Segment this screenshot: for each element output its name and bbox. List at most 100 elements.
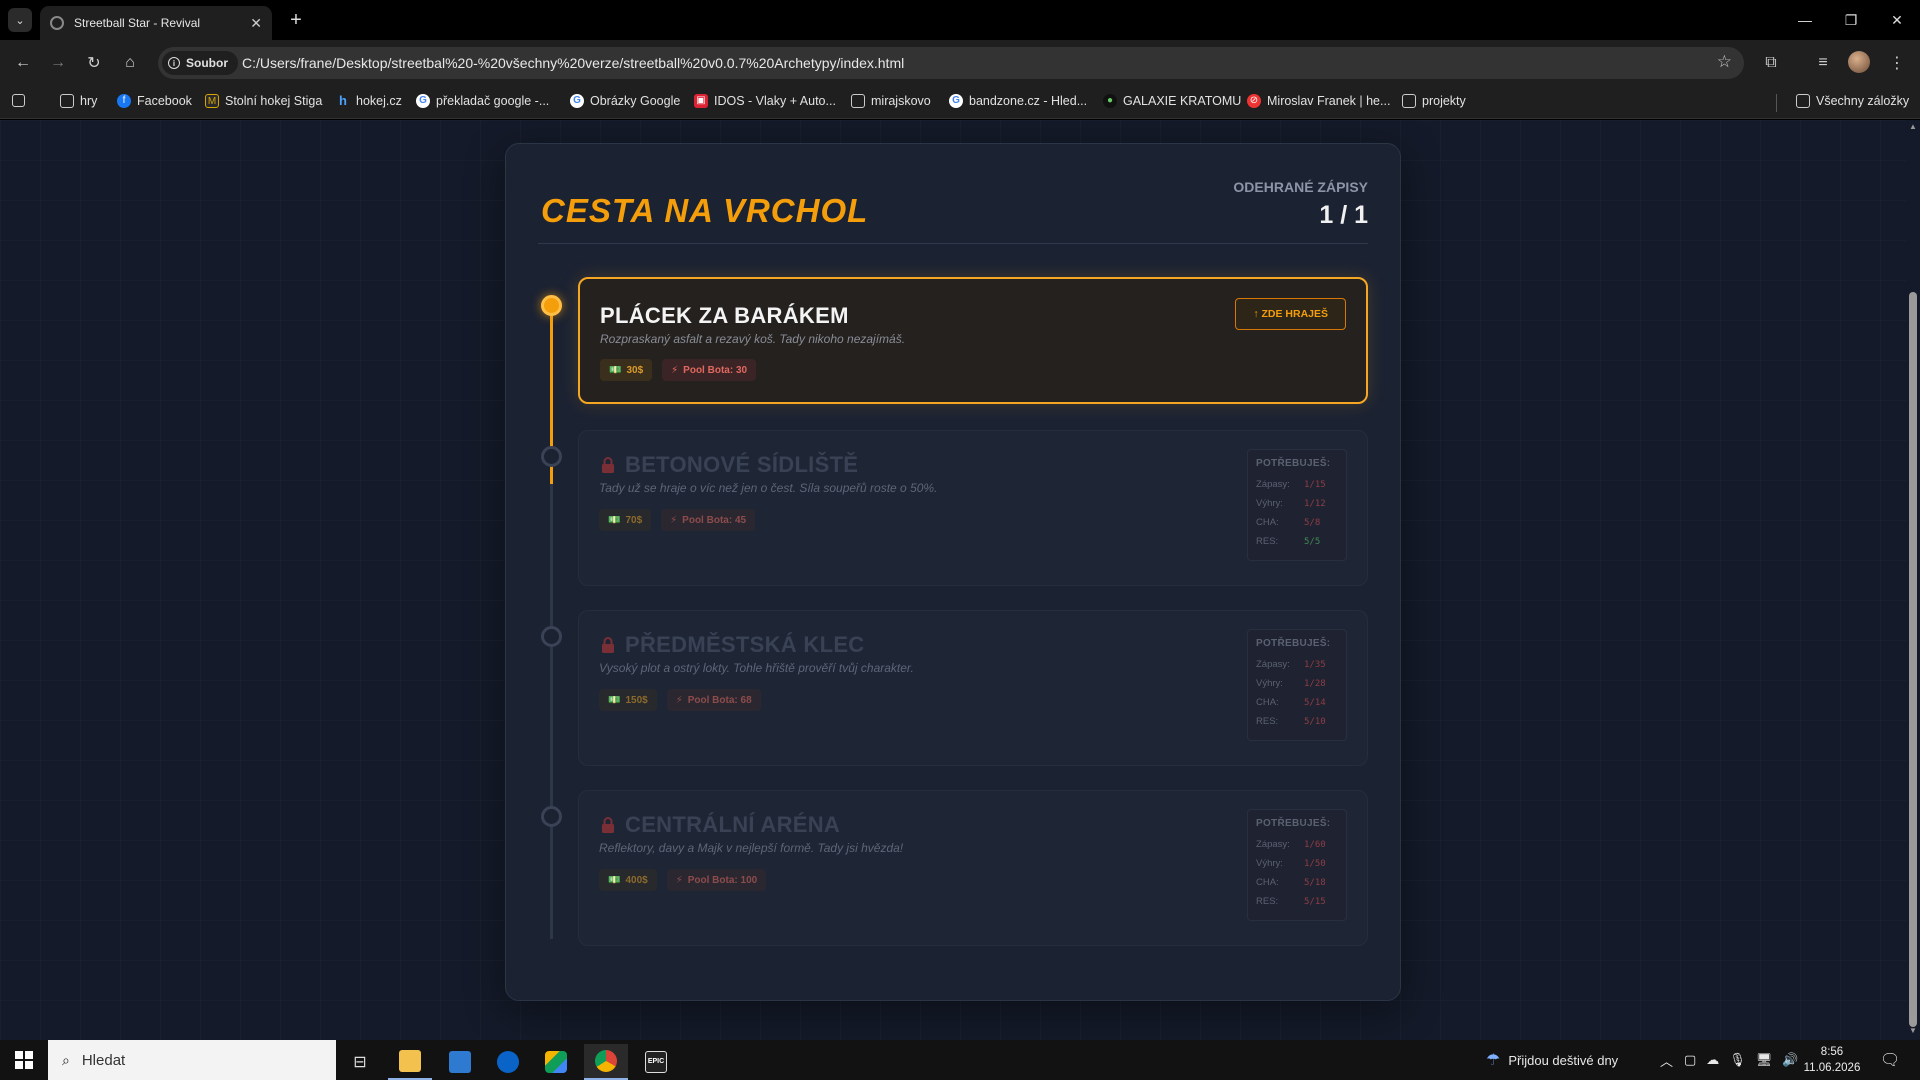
info-icon: i — [168, 57, 180, 69]
tray-icons[interactable]: ▢ ☁ 🎙 🖥 🔊 — [1684, 1040, 1799, 1080]
requirement-key: Výhry: — [1256, 678, 1283, 689]
stage-name: CENTRÁLNÍ ARÉNA — [625, 812, 841, 837]
stage-name: PŘEDMĚSTSKÁ KLEC — [625, 632, 865, 657]
bookmark-folder-mirajskovo[interactable]: mirajskovo — [851, 94, 931, 108]
store-icon — [449, 1051, 471, 1073]
new-tab-button[interactable]: + — [282, 6, 310, 34]
reload-button[interactable]: ↻ — [81, 50, 107, 76]
taskbar-file-explorer[interactable] — [388, 1044, 432, 1080]
requirement-row: CHA: 5/8 — [1256, 513, 1338, 532]
scrollbar-thumb[interactable] — [1909, 292, 1917, 1027]
all-bookmarks-folder[interactable]: Všechny záložky — [1796, 94, 1909, 108]
bookmark-bandzone[interactable]: Gbandzone.cz - Hled... — [949, 94, 1087, 108]
stage-card-klec[interactable]: PŘEDMĚSTSKÁ KLEC Vysoký plot a ostrý lok… — [578, 610, 1368, 766]
taskbar-outlook[interactable] — [486, 1044, 530, 1080]
bookmark-stiga[interactable]: M Stolní hokej Stiga — [205, 94, 322, 108]
requirement-value: 5/14 — [1304, 697, 1326, 708]
bookmark-label: Facebook — [137, 94, 192, 108]
bookmark-idos[interactable]: ▣ IDOS - Vlaky + Auto... — [694, 94, 836, 108]
tray-overflow[interactable]: ︿ — [1660, 1040, 1673, 1080]
google-icon: G — [570, 94, 584, 108]
device-icon: ▢ — [1684, 1052, 1697, 1067]
stage-card-placek[interactable]: PLÁCEK ZA BARÁKEM Rozpraskaný asfalt a r… — [578, 277, 1368, 404]
timeline-line — [550, 304, 553, 939]
galaxie-icon: ● — [1103, 94, 1117, 108]
forward-button[interactable]: → — [45, 50, 71, 76]
stage-card-sidliste[interactable]: BETONOVÉ SÍDLIŠTĚ Tady už se hraje o víc… — [578, 430, 1368, 586]
lightning-icon: ⚡ — [670, 514, 678, 526]
profile-avatar[interactable] — [1848, 51, 1870, 73]
apps-icon[interactable] — [12, 94, 25, 107]
bookmark-label: mirajskovo — [871, 94, 931, 108]
task-view-icon: ⊟ — [353, 1054, 367, 1071]
pool-value: Pool Bota: 100 — [687, 874, 758, 886]
taskbar-drive[interactable] — [534, 1044, 578, 1080]
pool-value: Pool Bota: 30 — [683, 364, 748, 376]
taskbar-epic-games[interactable]: EPIC — [634, 1044, 678, 1080]
requirements-box: POTŘEBUJEŠ: Zápasy: 1/15 Výhry: 1/12 CHA: 5… — [1247, 449, 1347, 561]
bookmark-facebook[interactable]: f Facebook — [117, 94, 192, 108]
requirements-box: POTŘEBUJEŠ: Zápasy: 1/35 Výhry: 1/28 CHA: 5… — [1247, 629, 1347, 741]
page-scrollbar[interactable]: ▲ ▼ — [1906, 120, 1920, 1040]
restore-button[interactable]: ❐ — [1828, 0, 1874, 40]
stage-description: Vysoký plot a ostrý lokty. Tohle hřiště … — [599, 661, 914, 675]
epic-games-icon: EPIC — [645, 1051, 667, 1073]
scroll-up-arrow[interactable]: ▲ — [1909, 122, 1917, 131]
back-button[interactable]: ← — [10, 50, 36, 76]
home-button[interactable]: ⌂ — [117, 50, 143, 76]
requirement-row: Výhry: 1/28 — [1256, 674, 1338, 693]
requirement-row: CHA: 5/18 — [1256, 873, 1338, 892]
lightning-icon: ⚡ — [675, 694, 683, 706]
task-view-button[interactable]: ⊟ — [338, 1044, 382, 1080]
bookmark-star-icon[interactable]: ☆ — [1717, 52, 1732, 72]
bookmark-miroslav[interactable]: ⊘ Miroslav Franek | he... — [1247, 94, 1390, 108]
mail-icon — [497, 1051, 519, 1073]
taskbar-search[interactable]: ⌕ Hledat — [48, 1040, 336, 1080]
requirement-value: 1/28 — [1304, 678, 1326, 689]
timeline-dot-locked — [541, 626, 562, 647]
bookmark-hokej[interactable]: h hokej.cz — [336, 94, 402, 109]
system-clock[interactable]: 8:56 11.06.2026 — [1800, 1044, 1864, 1076]
minimize-button[interactable]: — — [1782, 0, 1828, 40]
money-icon: 💵 — [608, 874, 621, 886]
address-bar[interactable]: i Soubor C:/Users/frane/Desktop/streetba… — [158, 47, 1744, 79]
taskbar-store[interactable] — [438, 1044, 482, 1080]
bookmark-folder-hry[interactable]: hry — [60, 94, 97, 108]
scroll-down-arrow[interactable]: ▼ — [1909, 1026, 1917, 1035]
extensions-icon[interactable]: ⧉ — [1758, 50, 1784, 76]
stage-tags: 💵 400$ ⚡ Pool Bota: 100 — [599, 869, 767, 891]
chevron-down-icon: ⌄ — [15, 14, 25, 27]
tab-search-button[interactable]: ⌄ — [8, 8, 32, 32]
bookmark-folder-projekty[interactable]: projekty — [1402, 94, 1466, 108]
browser-tab[interactable]: Streetball Star - Revival ✕ — [40, 6, 272, 40]
site-info-chip[interactable]: i Soubor — [162, 51, 238, 75]
media-control-icon[interactable]: ≡ — [1810, 50, 1836, 76]
reward-tag: 💵 30$ — [600, 359, 653, 381]
money-icon: 💵 — [608, 694, 621, 706]
bookmark-translate[interactable]: Gpřekladač google -... — [416, 94, 549, 108]
requirement-value: 1/35 — [1304, 659, 1326, 670]
weather-widget[interactable]: ☂ Přijdou deštivé dny — [1486, 1040, 1618, 1080]
bookmark-google-images[interactable]: G Obrázky Google — [570, 94, 680, 108]
requirements-title: POTŘEBUJEŠ: — [1256, 818, 1331, 829]
bookmark-label: projekty — [1422, 94, 1466, 108]
more-menu-icon[interactable]: ⋮ — [1884, 50, 1910, 76]
taskbar-chrome[interactable] — [584, 1044, 628, 1080]
search-placeholder: Hledat — [81, 1051, 126, 1069]
notifications-button[interactable]: 🗨 — [1880, 1040, 1900, 1080]
pool-tag: ⚡ Pool Bota: 68 — [666, 689, 761, 711]
play-here-button[interactable]: ↑ ZDE HRAJEŠ — [1235, 298, 1346, 330]
requirement-key: Výhry: — [1256, 498, 1283, 509]
bookmark-label: GALAXIE KRATOMU — [1123, 94, 1242, 108]
stage-title-row: PŘEDMĚSTSKÁ KLEC — [599, 632, 864, 658]
bookmark-label: Miroslav Franek | he... — [1267, 94, 1391, 108]
money-icon: 💵 — [608, 514, 621, 526]
close-window-button[interactable]: ✕ — [1874, 0, 1920, 40]
matches-played-value: 1 / 1 — [1319, 201, 1368, 229]
stage-card-arena[interactable]: CENTRÁLNÍ ARÉNA Reflektory, davy a Majk … — [578, 790, 1368, 946]
stage-description: Reflektory, davy a Majk v nejlepší formě… — [599, 841, 904, 855]
progress-panel: CESTA NA VRCHOL ODEHRANÉ ZÁPISY 1 / 1 PL… — [505, 143, 1401, 1001]
bookmark-galaxie[interactable]: ● GALAXIE KRATOMU — [1103, 94, 1241, 108]
close-icon[interactable]: ✕ — [250, 15, 262, 32]
start-button[interactable] — [0, 1040, 48, 1080]
